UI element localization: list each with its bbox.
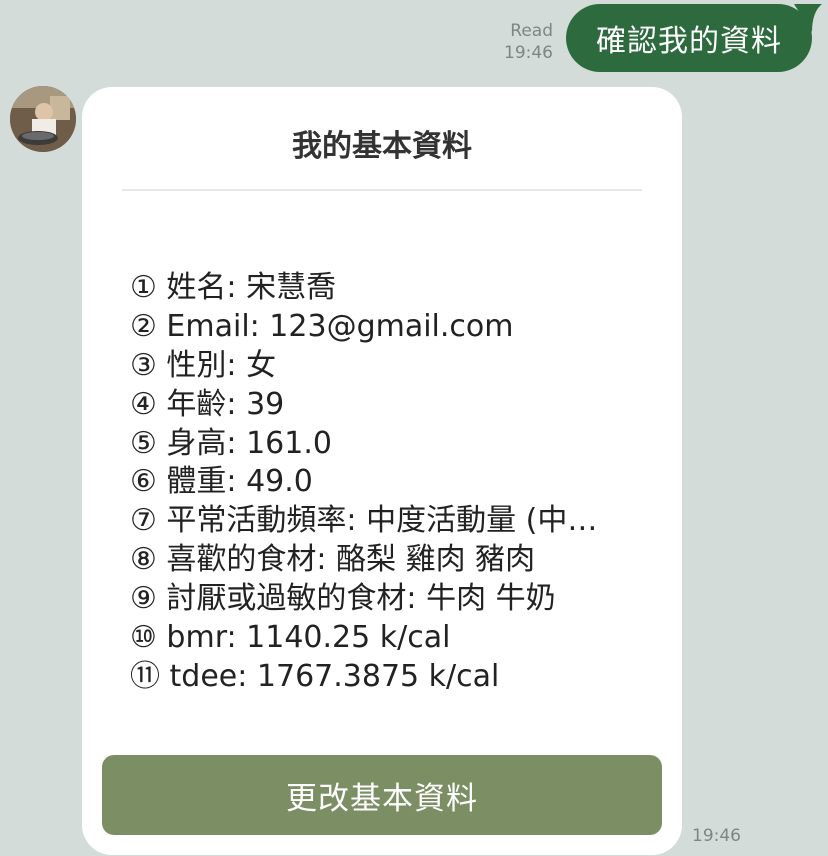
info-item-activity: ⑦ 平常活動頻率: 中度活動量 (中…	[130, 503, 598, 539]
avatar-photo-icon	[10, 86, 76, 152]
info-item-name: ① 姓名: 宋慧喬	[130, 270, 337, 305]
message-meta: Read 19:46	[504, 20, 553, 64]
info-item-weight: ⑥ 體重: 49.0	[130, 464, 313, 500]
outgoing-message-text: 確認我的資料	[596, 24, 782, 59]
read-status: Read	[510, 21, 553, 41]
info-item-disliked-foods: ⑨ 討厭或過敏的食材: 牛肉 牛奶	[130, 581, 556, 617]
info-item-liked-foods: ⑧ 喜歡的食材: 酪梨 雞肉 豬肉	[130, 542, 536, 578]
profile-info-list: ① 姓名: 宋慧喬 ② Email: 123@gmail.com ③ 性別: 女…	[130, 269, 597, 697]
info-item-gender: ③ 性別: 女	[130, 347, 277, 383]
edit-profile-button[interactable]: 更改基本資料	[102, 755, 662, 835]
profile-card: 我的基本資料 ① 姓名: 宋慧喬 ② Email: 123@gmail.com …	[82, 87, 682, 855]
edit-profile-button-label: 更改基本資料	[286, 780, 478, 817]
divider	[122, 189, 642, 191]
message-time: 19:46	[504, 43, 553, 63]
incoming-message-time: 19:46	[692, 826, 741, 846]
info-item-email: ② Email: 123@gmail.com	[130, 308, 514, 344]
outgoing-message-bubble[interactable]: 確認我的資料	[566, 4, 812, 72]
avatar[interactable]	[10, 86, 76, 152]
info-item-tdee: ⑪ tdee: 1767.3875 k/cal	[130, 658, 500, 694]
info-item-bmr: ⑩ bmr: 1140.25 k/cal	[130, 620, 451, 656]
info-item-height: ⑤ 身高: 161.0	[130, 425, 332, 461]
info-item-age: ④ 年齡: 39	[130, 386, 285, 422]
